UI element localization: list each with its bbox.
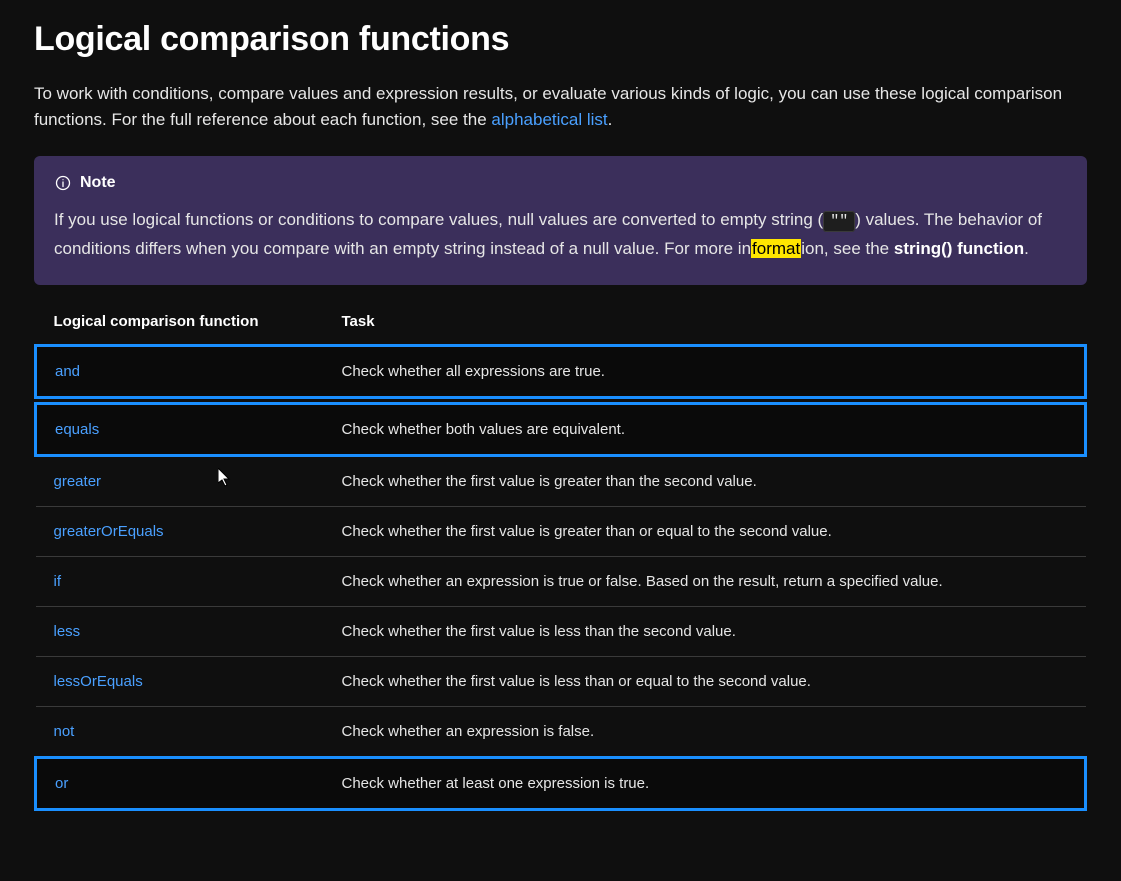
functions-table: Logical comparison function Task and Chec… [34, 303, 1087, 811]
alphabetical-list-link[interactable]: alphabetical list [491, 110, 607, 129]
function-link-equals[interactable]: equals [55, 421, 99, 438]
function-link-greater[interactable]: greater [54, 473, 102, 490]
task-cell: Check whether the first value is greater… [324, 456, 1086, 507]
task-cell: Check whether both values are equivalent… [324, 404, 1086, 456]
function-link-lessOrEquals[interactable]: lessOrEquals [54, 673, 143, 690]
table-row: or Check whether at least one expression … [36, 758, 1086, 810]
table-row: equals Check whether both values are equi… [36, 404, 1086, 456]
table-row: greaterOrEquals Check whether the first v… [36, 507, 1086, 557]
table-row: if Check whether an expression is true or… [36, 557, 1086, 607]
page-title: Logical comparison functions [34, 20, 1087, 59]
header-task: Task [324, 303, 1086, 346]
table-row: greater Check whether the first value is … [36, 456, 1086, 507]
table-row: lessOrEquals Check whether the first valu… [36, 657, 1086, 707]
function-link-less[interactable]: less [54, 623, 81, 640]
task-cell: Check whether the first value is greater… [324, 507, 1086, 557]
task-cell: Check whether an expression is true or f… [324, 557, 1086, 607]
intro-text-2: . [608, 110, 613, 129]
header-function: Logical comparison function [36, 303, 324, 346]
table-row: and Check whether all expressions are tru… [36, 346, 1086, 398]
task-cell: Check whether at least one expression is… [324, 758, 1086, 810]
function-link-or[interactable]: or [55, 775, 68, 792]
task-cell: Check whether an expression is false. [324, 707, 1086, 758]
note-title: Note [80, 174, 116, 192]
note-code: "" [823, 211, 855, 232]
note-body-4: . [1024, 239, 1029, 258]
page-content: Logical comparison functions To work wit… [34, 20, 1087, 811]
table-row: not Check whether an expression is false. [36, 707, 1086, 758]
function-link-and[interactable]: and [55, 363, 80, 380]
function-link-greaterOrEquals[interactable]: greaterOrEquals [54, 523, 164, 540]
task-cell: Check whether the first value is less th… [324, 657, 1086, 707]
note-header: Note [54, 174, 1067, 192]
note-callout: Note If you use logical functions or con… [34, 156, 1087, 286]
intro-paragraph: To work with conditions, compare values … [34, 81, 1087, 134]
note-body-1: If you use logical functions or conditio… [54, 210, 823, 229]
note-body-3: ion, see the [801, 239, 894, 258]
note-highlight: format [751, 239, 801, 258]
task-cell: Check whether all expressions are true. [324, 346, 1086, 398]
task-cell: Check whether the first value is less th… [324, 607, 1086, 657]
info-icon [54, 174, 72, 192]
note-body: If you use logical functions or conditio… [54, 206, 1067, 264]
function-link-not[interactable]: not [54, 723, 75, 740]
table-row: less Check whether the first value is les… [36, 607, 1086, 657]
function-link-if[interactable]: if [54, 573, 62, 590]
note-bold-link[interactable]: string() function [894, 239, 1024, 258]
table-header-row: Logical comparison function Task [36, 303, 1086, 346]
